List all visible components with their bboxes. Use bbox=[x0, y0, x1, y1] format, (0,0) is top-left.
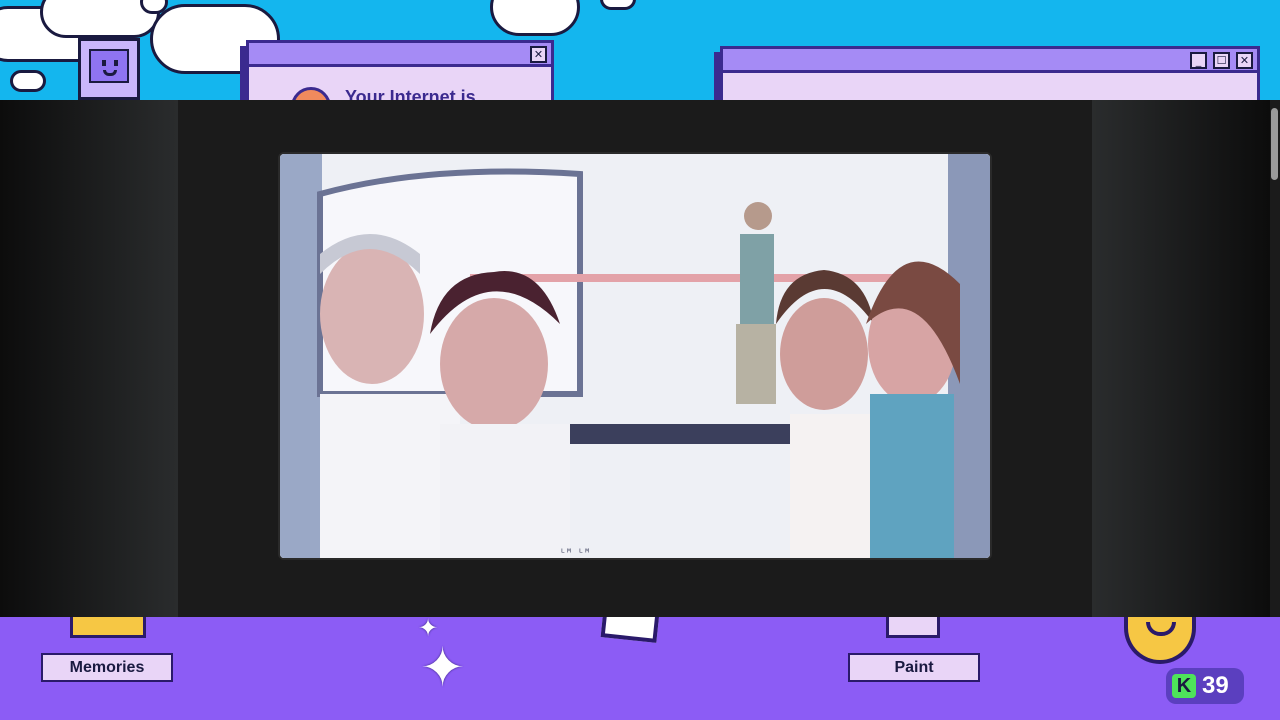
scrollbar-thumb[interactable] bbox=[1271, 108, 1278, 180]
maximize-button[interactable]: ☐ bbox=[1213, 52, 1230, 69]
close-button[interactable]: ✕ bbox=[1236, 52, 1253, 69]
eye bbox=[102, 60, 106, 66]
sparkle-icon: ✦ bbox=[420, 636, 466, 699]
memory-photo: ᴸᴹ ᴸᴹ bbox=[278, 152, 992, 560]
photo-caption-marks: ᴸᴹ ᴸᴹ bbox=[560, 548, 590, 559]
window-titlebar[interactable]: ✕ bbox=[249, 43, 551, 67]
smile bbox=[103, 70, 117, 76]
window-titlebar[interactable]: _ ☐ ✕ bbox=[723, 49, 1257, 73]
smile bbox=[1146, 622, 1176, 636]
computer-screen bbox=[89, 49, 129, 83]
minimize-button[interactable]: _ bbox=[1190, 52, 1207, 69]
memories-app-label[interactable]: Memories bbox=[41, 653, 173, 682]
photo-viewer-overlay[interactable]: ᴸᴹ ᴸᴹ bbox=[0, 100, 1270, 617]
photo-people-in-gondola-icon: ᴸᴹ ᴸᴹ bbox=[280, 154, 990, 559]
cloud bbox=[490, 0, 580, 36]
computer-mascot-icon[interactable] bbox=[78, 38, 140, 100]
close-button[interactable]: ✕ bbox=[530, 46, 547, 63]
kudos-counter[interactable]: K 39 bbox=[1166, 668, 1244, 704]
eye bbox=[114, 60, 118, 66]
k-badge-icon: K bbox=[1172, 674, 1196, 698]
counter-value: 39 bbox=[1202, 672, 1229, 699]
paint-app-label[interactable]: Paint bbox=[848, 653, 980, 682]
cloud bbox=[10, 70, 46, 92]
viewer-scrollbar[interactable] bbox=[1270, 100, 1280, 617]
